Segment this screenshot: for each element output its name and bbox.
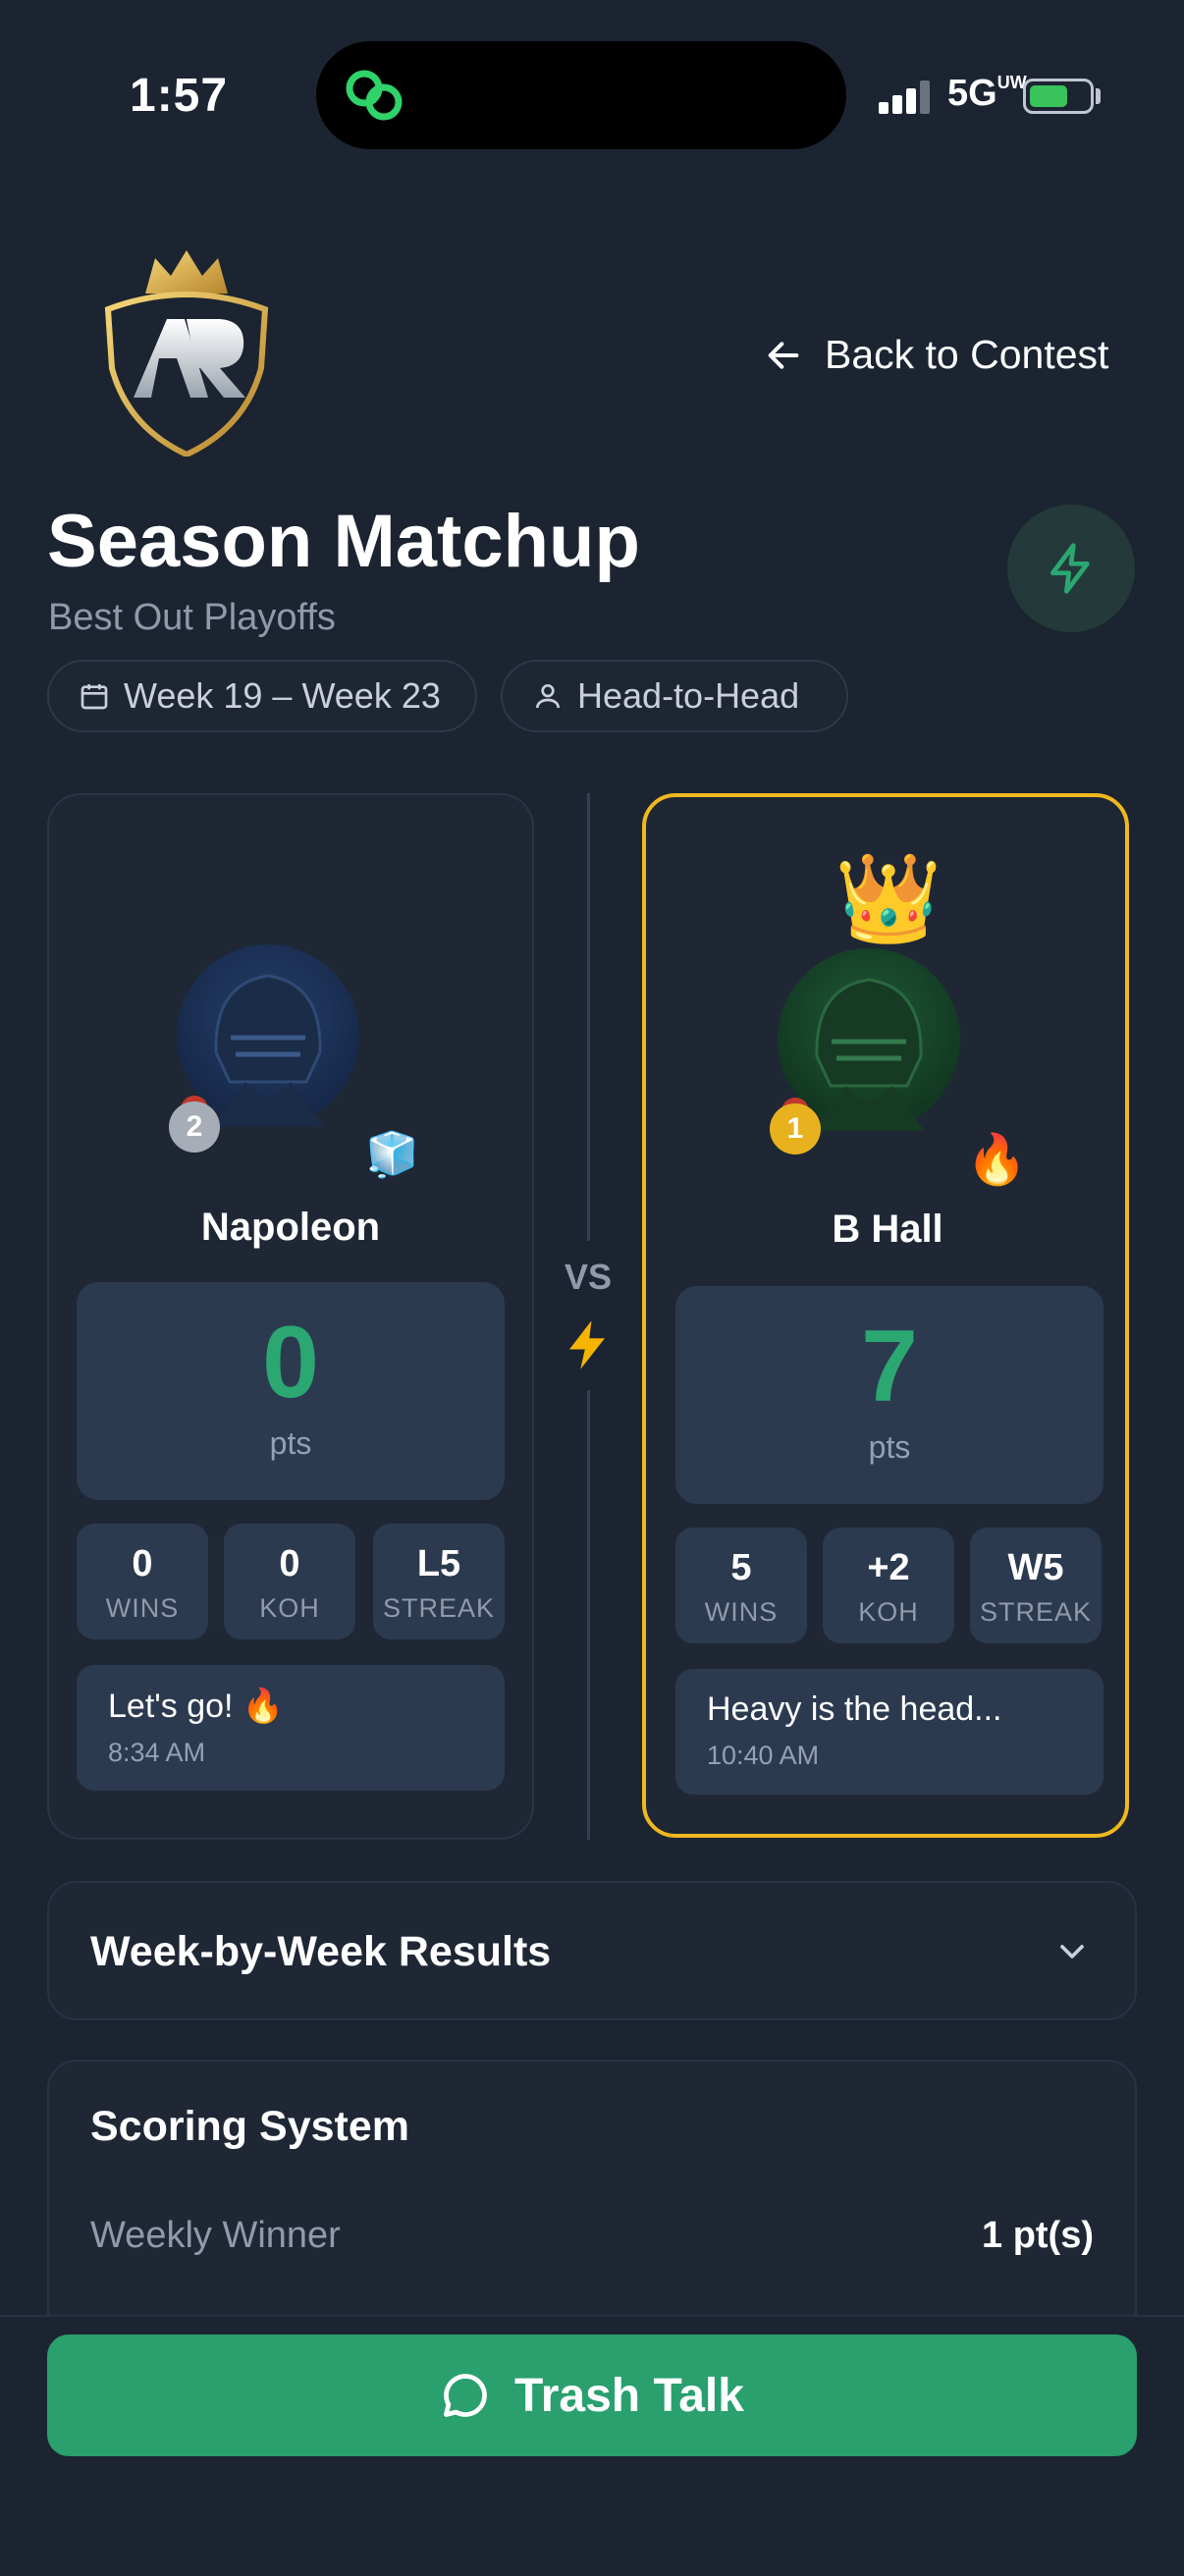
points-value: 7 [861,1310,918,1423]
helmet-player-icon [813,978,925,1131]
vs-divider-bottom [587,1390,590,1840]
silver-medal-icon: 2 [169,1101,220,1153]
trash-talk-label: Trash Talk [514,2369,744,2422]
signal-icon [879,80,930,114]
scoring-row-label: Weekly Winner [90,2215,341,2256]
stat-streak: W5 STREAK [970,1528,1102,1643]
week-range-label: Week 19 – Week 23 [124,675,441,716]
message-time: 10:40 AM [707,1741,820,1770]
avatar [778,948,960,1131]
fire-icon: 🔥 [966,1132,1028,1187]
back-to-contest-link[interactable]: Back to Contest [764,332,1108,378]
stat-koh: +2 KOH [823,1528,954,1643]
link-app-icon [346,70,403,121]
points-box: 0 pts [77,1282,505,1500]
boost-button[interactable] [1007,505,1135,632]
crown-icon: 👑 [834,849,942,946]
message-text: Heavy is the head... [707,1690,1002,1728]
back-label: Back to Contest [825,332,1109,377]
network-label: 5GUW [947,73,1027,114]
vs-label: VS [564,1257,613,1297]
matchup-type-label: Head-to-Head [577,675,800,716]
ice-cube-icon: 🧊 [365,1131,419,1179]
points-label: pts [269,1425,312,1461]
message-time: 8:34 AM [108,1738,206,1767]
person-icon [536,684,560,709]
scoring-title: Scoring System [90,2103,409,2150]
points-label: pts [868,1429,911,1465]
week-range-chip: Week 19 – Week 23 [47,660,477,732]
stat-streak: L5 STREAK [373,1524,505,1639]
week-results-title: Week-by-Week Results [90,1928,552,1975]
lightning-icon [1050,543,1090,594]
gold-medal-icon: 1 [770,1103,821,1154]
lightning-icon [569,1320,605,1369]
status-time: 1:57 [130,70,229,122]
latest-message[interactable]: Let's go! 🔥 8:34 AM [77,1665,505,1791]
trash-talk-button[interactable]: Trash Talk [47,2334,1137,2456]
stat-wins: 0 WINS [77,1524,208,1639]
player-name: Napoleon [200,1206,381,1249]
page-subtitle: Best Out Playoffs [48,597,336,638]
week-results-accordion[interactable]: Week-by-Week Results [47,1881,1137,2020]
app-logo [104,250,269,456]
helmet-player-icon [212,974,324,1127]
points-box: 7 pts [675,1286,1103,1504]
chat-bubble-icon [444,2374,487,2417]
matchup-type-chip: Head-to-Head [501,660,848,732]
latest-message[interactable]: Heavy is the head... 10:40 AM [675,1669,1103,1795]
battery-tip [1096,88,1101,104]
player-name: B Hall [832,1208,943,1251]
message-text: Let's go! 🔥 [108,1688,285,1725]
battery-icon [1023,79,1094,114]
vs-divider-top [587,793,590,1241]
page-title: Season Matchup [47,500,640,583]
arrow-left-icon [768,341,799,369]
calendar-icon [81,684,108,710]
scoring-row-value: 1 pt(s) [982,2215,1094,2256]
stat-wins: 5 WINS [675,1528,807,1643]
stat-koh: 0 KOH [224,1524,355,1639]
points-value: 0 [262,1306,319,1420]
avatar [177,944,359,1127]
chevron-down-icon [1060,1945,1084,1959]
